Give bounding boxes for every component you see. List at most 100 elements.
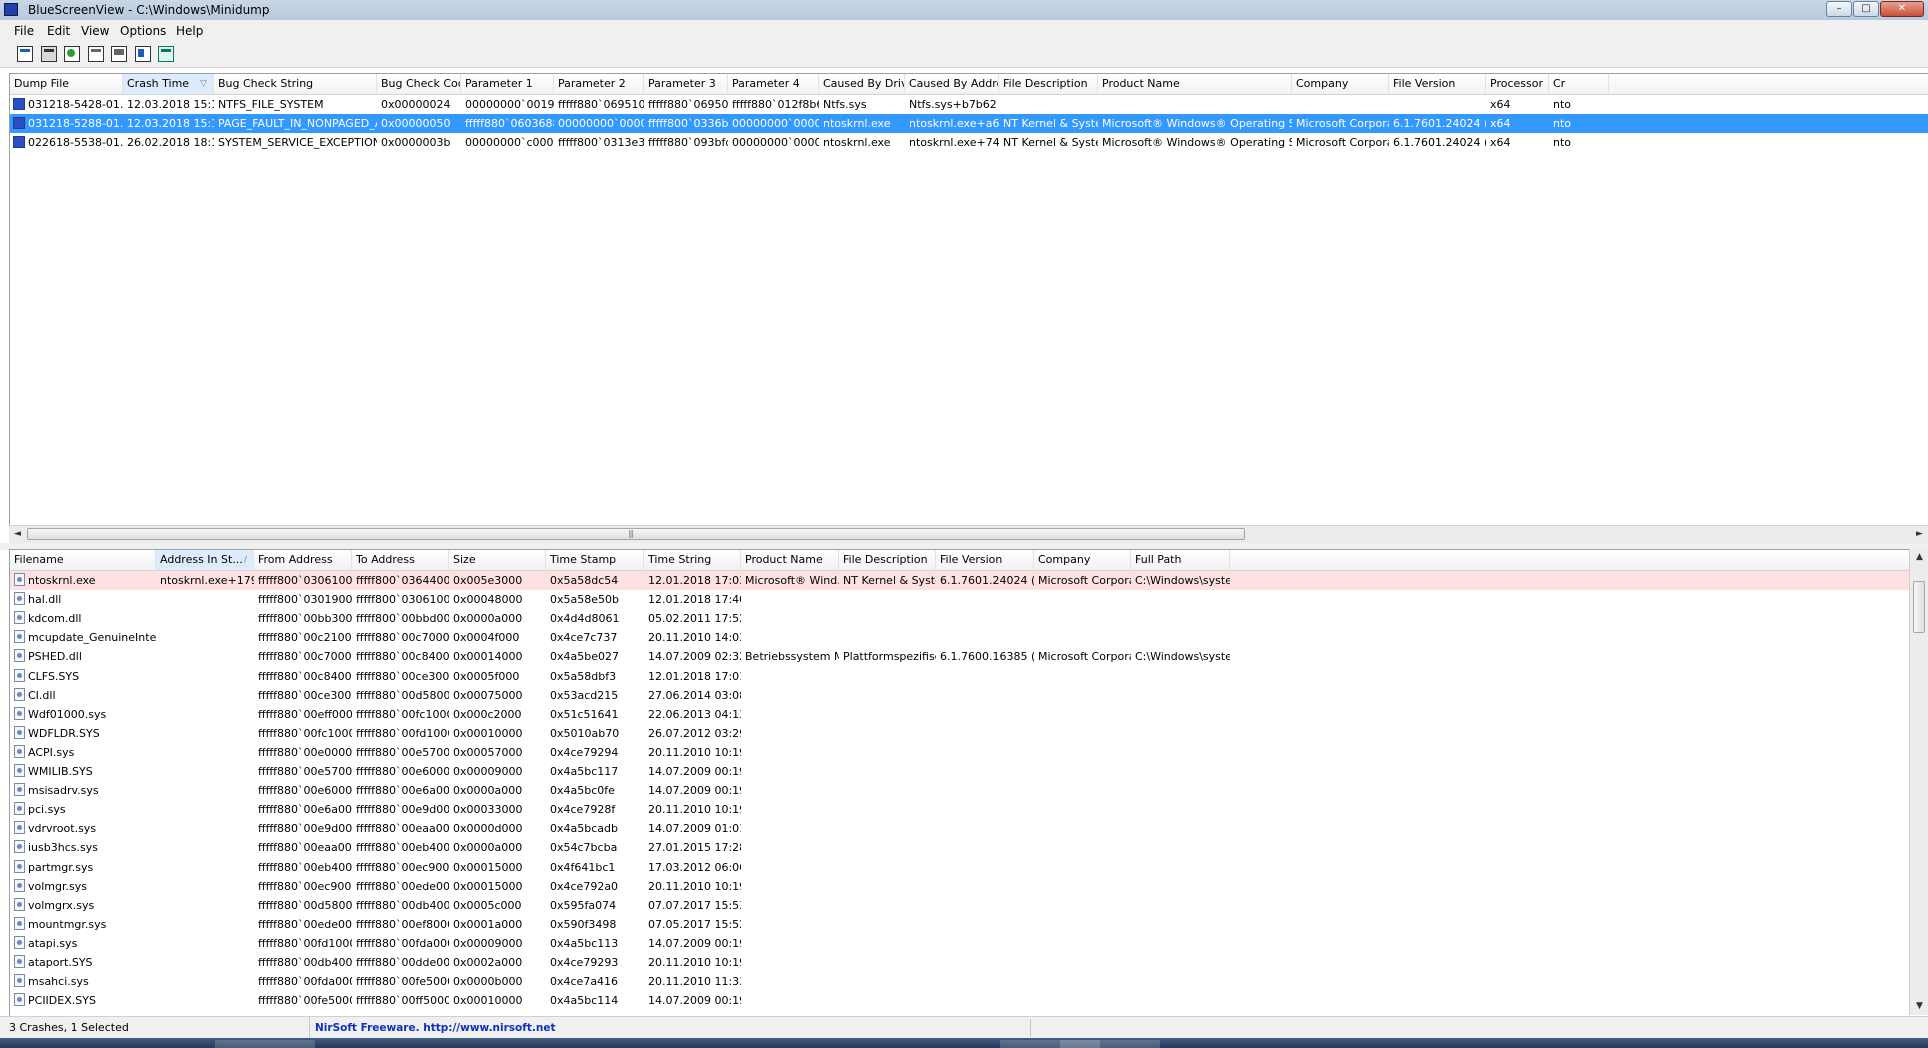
- menu-options[interactable]: Options: [120, 24, 166, 38]
- maximize-button[interactable]: □: [1853, 1, 1879, 17]
- horizontal-scrollbar[interactable]: ◄ ||| ►: [9, 525, 1928, 543]
- menu-view[interactable]: View: [81, 24, 109, 38]
- module-file-icon: [14, 802, 25, 816]
- module-row[interactable]: vdrvroot.sys fffff880`00e9d000 fffff880`00…: [10, 819, 1928, 838]
- properties-icon[interactable]: [111, 46, 127, 62]
- crash-header-file-version[interactable]: File Version: [1389, 74, 1486, 94]
- module-row[interactable]: atapi.sys fffff880`00fd1000 fffff880`00fda…: [10, 934, 1928, 953]
- crash-row[interactable]: 022618-5538-01.dmp 26.02.2018 18:14:13 SYS…: [10, 133, 1928, 152]
- crash-header-crash-address[interactable]: Cr: [1549, 74, 1609, 94]
- crash-header-bug-check-code[interactable]: Bug Check Code: [377, 74, 461, 94]
- scroll-thumb[interactable]: |||: [27, 528, 1245, 540]
- module-row[interactable]: volmgr.sys fffff880`00ec9000 fffff880`00ed…: [10, 877, 1928, 896]
- crash-header-caused-by-address[interactable]: Caused By Address: [905, 74, 999, 94]
- menu-help[interactable]: Help: [176, 24, 203, 38]
- module-row[interactable]: mountmgr.sys fffff880`00ede000 fffff880`00…: [10, 915, 1928, 934]
- module-row[interactable]: mcupdate_GenuineIntel.dll fffff880`00c210…: [10, 628, 1928, 647]
- open-icon[interactable]: [17, 46, 33, 62]
- vertical-scrollbar[interactable]: ▲ ▼: [1909, 549, 1928, 1015]
- module-row[interactable]: ACPI.sys fffff880`00e00000 fffff880`00e570…: [10, 743, 1928, 762]
- module-row[interactable]: pci.sys fffff880`00e6a000 fffff880`00e9d00…: [10, 800, 1928, 819]
- table-cell: 05.02.2011 17:52:49: [648, 612, 741, 626]
- table-cell: [839, 915, 936, 934]
- close-button[interactable]: ✕: [1880, 1, 1924, 17]
- crash-header-caused-by-driver[interactable]: Caused By Driver: [819, 74, 905, 94]
- taskbar-button[interactable]: [215, 1040, 315, 1048]
- module-header-address-in-stack[interactable]: Address In St... /: [156, 550, 254, 570]
- scroll-thumb[interactable]: [1913, 581, 1925, 633]
- crash-header-file-description[interactable]: File Description: [999, 74, 1098, 94]
- module-row[interactable]: CLFS.SYS fffff880`00c84000 fffff880`00ce30…: [10, 667, 1928, 686]
- module-header-product-name[interactable]: Product Name: [741, 550, 839, 570]
- crash-row[interactable]: 031218-5428-01.dmp 12.03.2018 15:16:17 NTF…: [10, 95, 1928, 114]
- table-cell: [1131, 972, 1230, 991]
- module-row[interactable]: volmgrx.sys fffff880`00d58000 fffff880`00d…: [10, 896, 1928, 915]
- refresh-icon[interactable]: [64, 46, 80, 62]
- module-row[interactable]: msisadrv.sys fffff880`00e60000 fffff880`00…: [10, 781, 1928, 800]
- scroll-right-icon[interactable]: ►: [1911, 526, 1928, 543]
- crash-header-crash-time[interactable]: Crash Time ▽: [123, 74, 214, 94]
- module-header-file-version[interactable]: File Version: [936, 550, 1034, 570]
- nirsoft-link[interactable]: NirSoft Freeware. http://www.nirsoft.net: [315, 1017, 555, 1039]
- crash-header-company[interactable]: Company: [1292, 74, 1389, 94]
- crash-row[interactable]: 031218-5288-01.dmp 12.03.2018 15:15:45 PAG…: [10, 114, 1928, 134]
- module-header-company[interactable]: Company: [1034, 550, 1131, 570]
- crash-header-bug-check-string[interactable]: Bug Check String: [214, 74, 377, 94]
- crash-header-dump-file[interactable]: Dump File: [10, 74, 123, 94]
- table-cell: ntoskrnl.exe+179cc7: [160, 574, 254, 587]
- crash-header-processor[interactable]: Processor: [1486, 74, 1549, 94]
- module-header-size[interactable]: Size: [449, 550, 546, 570]
- table-cell: [1292, 95, 1389, 114]
- scroll-down-icon[interactable]: ▼: [1910, 998, 1928, 1015]
- table-cell: [839, 686, 936, 705]
- module-row[interactable]: hal.dll fffff800`03019000 fffff800`0306100…: [10, 590, 1928, 609]
- module-row[interactable]: PSHED.dll fffff880`00c70000 fffff880`00c84…: [10, 647, 1928, 666]
- scroll-up-icon[interactable]: ▲: [1910, 549, 1928, 566]
- save-icon[interactable]: [41, 46, 57, 62]
- module-row[interactable]: ataport.SYS fffff880`00db4000 fffff880`00d…: [10, 953, 1928, 972]
- crash-header-parameter-3[interactable]: Parameter 3: [644, 74, 728, 94]
- module-row[interactable]: iusb3hcs.sys fffff880`00eaa000 fffff880`00…: [10, 838, 1928, 857]
- table-cell: [156, 800, 254, 819]
- module-row[interactable]: Wdf01000.sys fffff880`00eff000 fffff880`00…: [10, 705, 1928, 724]
- table-cell: [839, 781, 936, 800]
- menu-edit[interactable]: Edit: [47, 24, 70, 38]
- module-row[interactable]: PCIIDEX.SYS fffff880`00fe5000 fffff880`00f…: [10, 991, 1928, 1010]
- crash-header-product-name[interactable]: Product Name: [1098, 74, 1292, 94]
- copy-icon[interactable]: [88, 46, 104, 62]
- module-row[interactable]: ntoskrnl.exe ntoskrnl.exe+179cc7 fffff800`…: [10, 571, 1928, 590]
- table-cell: [1131, 609, 1230, 628]
- crash-header-parameter-1[interactable]: Parameter 1: [461, 74, 554, 94]
- column-header-label: File Version: [940, 553, 1003, 566]
- table-cell: fffff880`00ef8000: [356, 917, 449, 931]
- module-header-from-address[interactable]: From Address: [254, 550, 352, 570]
- table-cell: 0x4ce79294: [550, 745, 619, 759]
- module-row[interactable]: partmgr.sys fffff880`00eb4000 fffff880`00e…: [10, 858, 1928, 877]
- column-header-label: Product Name: [1102, 77, 1180, 90]
- module-header-time-stamp[interactable]: Time Stamp: [546, 550, 644, 570]
- module-row[interactable]: msahci.sys fffff880`00fda000 fffff880`00fe…: [10, 972, 1928, 991]
- taskbar-button[interactable]: [1060, 1040, 1160, 1048]
- table-cell: CLFS.SYS: [28, 669, 80, 683]
- scroll-left-icon[interactable]: ◄: [9, 526, 26, 543]
- exit-icon[interactable]: [158, 46, 174, 62]
- table-cell: [156, 991, 254, 1010]
- module-row[interactable]: CI.dll fffff880`00ce3000 fffff880`00d58000…: [10, 686, 1928, 705]
- module-header-full-path[interactable]: Full Path: [1131, 550, 1230, 570]
- module-header-to-address[interactable]: To Address: [352, 550, 449, 570]
- module-row[interactable]: WMILIB.SYS fffff880`00e57000 fffff880`00e6…: [10, 762, 1928, 781]
- crash-header-parameter-4[interactable]: Parameter 4: [728, 74, 819, 94]
- table-cell: fffff880`00e6a000: [258, 803, 352, 817]
- module-header-filename[interactable]: Filename: [10, 550, 156, 570]
- table-cell: 14.07.2009 00:19:51: [648, 765, 741, 778]
- menu-file[interactable]: File: [14, 24, 34, 38]
- module-row[interactable]: kdcom.dll fffff800`00bb3000 fffff800`00bbd…: [10, 609, 1928, 628]
- table-cell: fffff880`093bfda0: [648, 136, 728, 150]
- html-report-icon[interactable]: [135, 46, 151, 62]
- crash-header-parameter-2[interactable]: Parameter 2: [554, 74, 644, 94]
- taskbar: [0, 1038, 1928, 1048]
- minimize-button[interactable]: –: [1826, 1, 1852, 17]
- module-header-time-string[interactable]: Time String: [644, 550, 741, 570]
- module-header-file-description[interactable]: File Description: [839, 550, 936, 570]
- module-row[interactable]: WDFLDR.SYS fffff880`00fc1000 fffff880`00fd…: [10, 724, 1928, 743]
